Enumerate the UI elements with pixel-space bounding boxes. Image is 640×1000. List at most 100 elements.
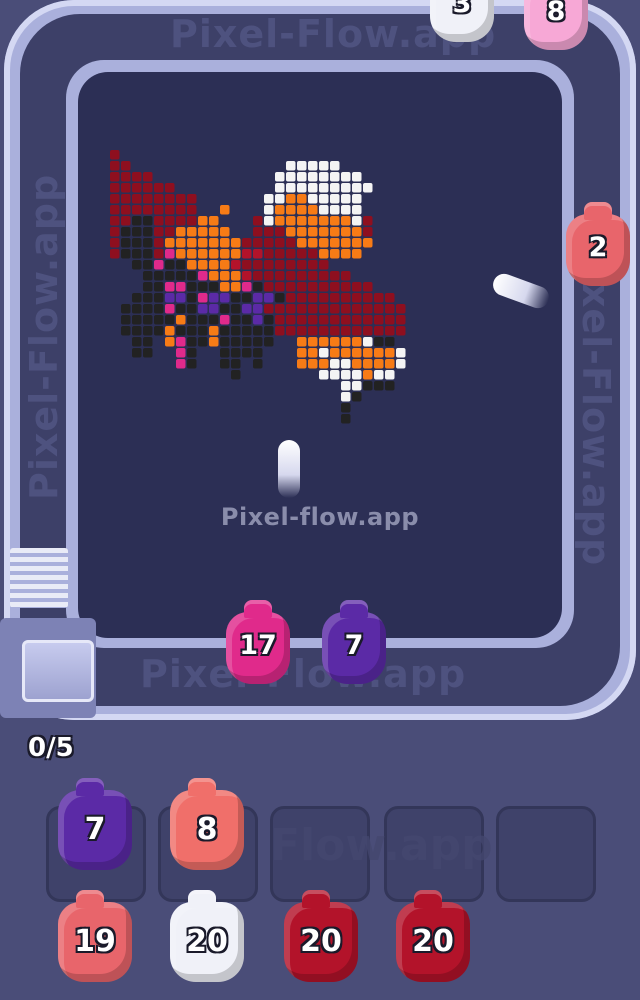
track-pig-purple[interactable]: 7 [322, 600, 386, 684]
pixel-block [253, 359, 263, 369]
pixel-block [154, 304, 164, 314]
pixel-block [352, 238, 362, 248]
pixel-block [319, 359, 329, 369]
pixel-block [121, 326, 131, 336]
queue-pig-coral[interactable]: 8 [170, 778, 244, 870]
pixel-block [319, 238, 329, 248]
pixel-block [187, 315, 197, 325]
pixel-block [396, 304, 406, 314]
pixel-block [165, 315, 175, 325]
pixel-block [187, 282, 197, 292]
track-pig-white[interactable]: 3 [430, 0, 494, 42]
pixel-block [330, 216, 340, 226]
pixel-block [275, 205, 285, 215]
pixel-block [231, 293, 241, 303]
pixel-block [396, 315, 406, 325]
lane-watermark-left: Pixel-Flow.app [22, 173, 66, 500]
pixel-block [319, 249, 329, 259]
pixel-block [198, 216, 208, 226]
pixel-block [264, 216, 274, 226]
pixel-block [297, 183, 307, 193]
pixel-block [143, 194, 153, 204]
lane-watermark-bottom: Pixel-Flow.app [140, 652, 467, 696]
pixel-block [275, 183, 285, 193]
pixel-block [308, 194, 318, 204]
pixel-block [352, 216, 362, 226]
reserve-pig-white[interactable]: 20 [170, 890, 244, 982]
pixel-block [363, 315, 373, 325]
pixel-block [352, 326, 362, 336]
pixel-block [308, 227, 318, 237]
pixel-block [308, 359, 318, 369]
pixel-block [187, 326, 197, 336]
queue-slot[interactable] [496, 806, 596, 902]
reserve-pig-crimson[interactable]: 20 [396, 890, 470, 982]
pixel-block [330, 172, 340, 182]
pixel-block [154, 249, 164, 259]
track-pig-red[interactable]: 2 [566, 202, 630, 286]
pixel-block [132, 194, 142, 204]
pixel-block [154, 238, 164, 248]
pixel-block [341, 293, 351, 303]
pixel-block [154, 227, 164, 237]
pixel-block [220, 304, 230, 314]
pixel-block [165, 183, 175, 193]
pixel-block [176, 359, 186, 369]
pixel-block [121, 238, 131, 248]
pixel-block [198, 304, 208, 314]
pixel-block [330, 315, 340, 325]
pixel-block [341, 238, 351, 248]
pixel-block [198, 326, 208, 336]
pixel-block [330, 249, 340, 259]
pixel-block [308, 315, 318, 325]
pixel-block [110, 172, 120, 182]
pixel-block [352, 392, 362, 402]
reserve-pig-crimson[interactable]: 20 [284, 890, 358, 982]
pixel-block [253, 282, 263, 292]
pixel-block [330, 194, 340, 204]
pixel-block [330, 337, 340, 347]
pixel-block [198, 293, 208, 303]
pixel-block [319, 315, 329, 325]
pixel-block [308, 183, 318, 193]
queue-pig-purple[interactable]: 7 [58, 778, 132, 870]
pixel-block [187, 238, 197, 248]
pixel-block [275, 304, 285, 314]
pixel-block [297, 348, 307, 358]
pixel-block [297, 282, 307, 292]
pixel-block [341, 359, 351, 369]
pixel-block [385, 348, 395, 358]
pixel-block [264, 337, 274, 347]
pixel-block [143, 227, 153, 237]
pig-count: 8 [196, 812, 218, 847]
track-pig-pink[interactable]: 8 [524, 0, 588, 50]
pixel-block [198, 227, 208, 237]
pixel-block [352, 249, 362, 259]
pixel-block [242, 337, 252, 347]
reserve-pig-salmon[interactable]: 19 [58, 890, 132, 982]
pixel-block [264, 249, 274, 259]
pixel-block [330, 183, 340, 193]
pixel-block [209, 216, 219, 226]
pixel-block [209, 282, 219, 292]
pixel-block [363, 337, 373, 347]
pixel-block [308, 304, 318, 314]
pixel-block [242, 271, 252, 281]
pixel-block [264, 326, 274, 336]
pixel-block [308, 161, 318, 171]
pixel-block [143, 205, 153, 215]
pixel-block [341, 172, 351, 182]
pixel-block [352, 304, 362, 314]
pixel-block [220, 271, 230, 281]
track-pig-pink-large[interactable]: 17 [226, 600, 290, 684]
pixel-block [341, 337, 351, 347]
pixel-block [165, 260, 175, 270]
pixel-block [220, 293, 230, 303]
pixel-block [275, 260, 285, 270]
pixel-block [275, 238, 285, 248]
pixel-block [352, 205, 362, 215]
pixel-block [220, 359, 230, 369]
pixel-block [154, 315, 164, 325]
pixel-block [275, 315, 285, 325]
pixel-block [143, 293, 153, 303]
